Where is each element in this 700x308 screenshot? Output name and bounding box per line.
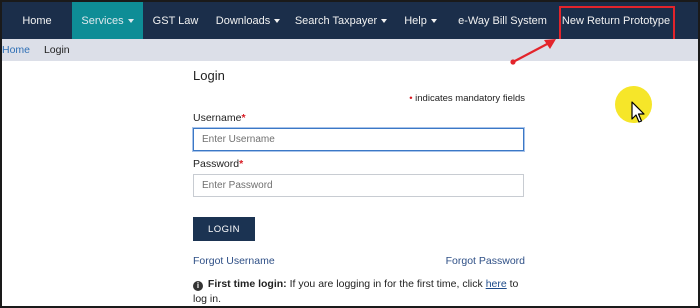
nav-search-taxpayer[interactable]: Search Taxpayer — [288, 2, 394, 39]
caret-down-icon — [127, 19, 134, 23]
caret-down-icon — [381, 19, 388, 23]
first-time-here-link[interactable]: here — [486, 278, 507, 290]
breadcrumb-separator — [36, 44, 39, 56]
nav-home[interactable]: Home — [2, 2, 72, 39]
caret-down-icon — [274, 19, 281, 23]
nav-gst-law[interactable]: GST Law — [143, 2, 208, 39]
forgot-username-link[interactable]: Forgot Username — [193, 255, 275, 267]
password-label: Password* — [193, 158, 244, 170]
forgot-password-link[interactable]: Forgot Password — [446, 255, 525, 267]
nav-help[interactable]: Help — [394, 2, 447, 39]
password-input[interactable] — [193, 174, 524, 197]
info-icon: i — [193, 281, 203, 291]
nav-new-return-prototype[interactable]: New Return Prototype — [558, 2, 674, 39]
breadcrumb-home-link[interactable]: Home — [2, 44, 30, 56]
mandatory-marker: • — [409, 93, 413, 104]
username-label: Username* — [193, 112, 246, 124]
first-time-login-note: i First time login: If you are logging i… — [193, 278, 519, 305]
breadcrumb: Home Login — [2, 39, 698, 61]
main-navbar: Home Services GST Law Downloads Search T… — [2, 2, 698, 39]
login-title: Login — [193, 68, 225, 83]
nav-services[interactable]: Services — [72, 2, 143, 39]
nav-downloads[interactable]: Downloads — [208, 2, 288, 39]
login-button[interactable]: LOGIN — [193, 217, 255, 241]
nav-eway-bill-system[interactable]: e-Way Bill System — [447, 2, 558, 39]
mandatory-note: • indicates mandatory fields — [409, 93, 525, 104]
mouse-pointer-icon — [631, 101, 645, 123]
caret-down-icon — [430, 19, 437, 23]
username-input[interactable] — [193, 128, 524, 151]
breadcrumb-current: Login — [43, 44, 70, 56]
